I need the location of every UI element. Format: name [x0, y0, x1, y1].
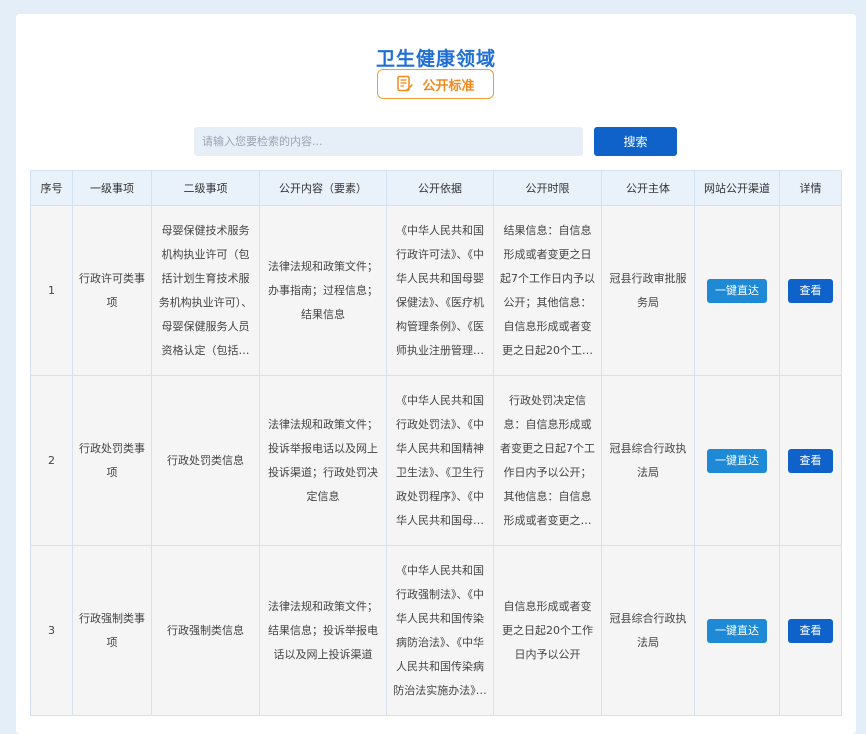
cell-level2-text: 母婴保健技术服务机构执业许可（包括计划生育技术服务机构执业许可）、母婴保健服务人… — [158, 223, 253, 357]
header-index: 序号 — [30, 170, 73, 206]
cell-time-limit-text: 行政处罚决定信息：自信息形成或者变更之日起7个工作日内予以公开；其他信息：自信息… — [500, 393, 595, 527]
search-input[interactable] — [194, 127, 583, 156]
cell-index: 1 — [30, 205, 73, 376]
cell-level2: 母婴保健技术服务机构执业许可（包括计划生育技术服务机构执业许可）、母婴保健服务人… — [151, 205, 260, 376]
search-button[interactable]: 搜索 — [594, 127, 677, 156]
cell-level2: 行政强制类信息 — [151, 545, 260, 716]
header-level1: 一级事项 — [72, 170, 152, 206]
cell-detail: 查看 — [779, 205, 842, 376]
cell-channel: 一键直达 — [694, 375, 780, 546]
cell-time-limit: 结果信息：自信息形成或者变更之日起7个工作日内予以公开；其他信息：自信息形成或者… — [493, 205, 602, 376]
cell-content-text: 法律法规和政策文件；结果信息；投诉举报电话以及网上投诉渠道 — [268, 599, 378, 661]
content-panel: 卫生健康领域 公开标准 搜索 序号 一级事项 二级事项 公开内容（要素） — [16, 14, 856, 734]
view-detail-button[interactable]: 查看 — [788, 278, 833, 303]
cell-index: 3 — [30, 545, 73, 716]
direct-access-button[interactable]: 一键直达 — [707, 278, 767, 303]
cell-level1-text: 行政许可类事项 — [79, 271, 145, 309]
table-row: 3 行政强制类事项 行政强制类信息 法律法规和政策文件；结果信息；投诉举报电话以… — [30, 545, 842, 716]
cell-level1: 行政强制类事项 — [72, 545, 152, 716]
header-subject: 公开主体 — [601, 170, 695, 206]
public-standard-label: 公开标准 — [422, 78, 475, 94]
cell-subject: 冠县综合行政执法局 — [601, 545, 695, 716]
cell-subject: 冠县综合行政执法局 — [601, 375, 695, 546]
cell-level1-text: 行政强制类事项 — [79, 611, 145, 649]
disclosure-table: 序号 一级事项 二级事项 公开内容（要素） 公开依据 公开时限 公开主体 网站公… — [30, 170, 842, 716]
cell-level1: 行政处罚类事项 — [72, 375, 152, 546]
cell-index: 2 — [30, 375, 73, 546]
cell-detail: 查看 — [779, 545, 842, 716]
view-detail-button[interactable]: 查看 — [788, 618, 833, 643]
header-level2: 二级事项 — [151, 170, 260, 206]
cell-content-text: 法律法规和政策文件；办事指南；过程信息；结果信息 — [268, 259, 378, 321]
cell-basis: 《中华人民共和国行政许可法》、《中华人民共和国母婴保健法》、《医疗机构管理条例》… — [386, 205, 494, 376]
public-standard-button[interactable]: 公开标准 — [377, 69, 494, 99]
cell-time-limit-text: 结果信息：自信息形成或者变更之日起7个工作日内予以公开；其他信息：自信息形成或者… — [500, 223, 595, 357]
cell-subject-text: 冠县综合行政执法局 — [609, 611, 687, 649]
cell-level2-text: 行政强制类信息 — [167, 623, 244, 637]
table-header-row: 序号 一级事项 二级事项 公开内容（要素） 公开依据 公开时限 公开主体 网站公… — [30, 170, 842, 206]
table-row: 2 行政处罚类事项 行政处罚类信息 法律法规和政策文件；投诉举报电话以及网上投诉… — [30, 375, 842, 546]
direct-access-button[interactable]: 一键直达 — [707, 448, 767, 473]
header-time-limit: 公开时限 — [493, 170, 602, 206]
cell-content: 法律法规和政策文件；结果信息；投诉举报电话以及网上投诉渠道 — [259, 545, 387, 716]
page-title: 卫生健康领域 — [375, 48, 496, 70]
cell-time-limit: 行政处罚决定信息：自信息形成或者变更之日起7个工作日内予以公开；其他信息：自信息… — [493, 375, 602, 546]
cell-detail: 查看 — [779, 375, 842, 546]
cell-level1-text: 行政处罚类事项 — [79, 441, 145, 479]
header-channel: 网站公开渠道 — [694, 170, 780, 206]
cell-subject-text: 冠县行政审批服务局 — [609, 271, 687, 309]
cell-subject-text: 冠县综合行政执法局 — [609, 441, 687, 479]
header-content: 公开内容（要素） — [259, 170, 387, 206]
cell-level2: 行政处罚类信息 — [151, 375, 260, 546]
header-basis: 公开依据 — [386, 170, 494, 206]
cell-channel: 一键直达 — [694, 545, 780, 716]
cell-time-limit-text: 自信息形成或者变更之日起20个工作日内予以公开 — [502, 599, 593, 661]
cell-channel: 一键直达 — [694, 205, 780, 376]
cell-basis-text: 《中华人民共和国行政许可法》、《中华人民共和国母婴保健法》、《医疗机构管理条例》… — [396, 223, 484, 357]
cell-level2-text: 行政处罚类信息 — [167, 453, 244, 467]
cell-basis: 《中华人民共和国行政处罚法》、《中华人民共和国精神卫生法》、《卫生行政处罚程序》… — [386, 375, 494, 546]
cell-subject: 冠县行政审批服务局 — [601, 205, 695, 376]
cell-content: 法律法规和政策文件；办事指南；过程信息；结果信息 — [259, 205, 387, 376]
cell-basis-text: 《中华人民共和国行政强制法》、《中华人民共和国传染病防治法》、《中华人民共和国传… — [393, 563, 487, 697]
direct-access-button[interactable]: 一键直达 — [707, 618, 767, 643]
cell-basis: 《中华人民共和国行政强制法》、《中华人民共和国传染病防治法》、《中华人民共和国传… — [386, 545, 494, 716]
header-detail: 详情 — [779, 170, 842, 206]
cell-content: 法律法规和政策文件；投诉举报电话以及网上投诉渠道；行政处罚决定信息 — [259, 375, 387, 546]
cell-time-limit: 自信息形成或者变更之日起20个工作日内予以公开 — [493, 545, 602, 716]
table-row: 1 行政许可类事项 母婴保健技术服务机构执业许可（包括计划生育技术服务机构执业许… — [30, 205, 842, 376]
view-detail-button[interactable]: 查看 — [788, 448, 833, 473]
cell-basis-text: 《中华人民共和国行政处罚法》、《中华人民共和国精神卫生法》、《卫生行政处罚程序》… — [396, 393, 484, 527]
cell-content-text: 法律法规和政策文件；投诉举报电话以及网上投诉渠道；行政处罚决定信息 — [268, 417, 378, 503]
document-edit-icon — [396, 75, 414, 93]
cell-level1: 行政许可类事项 — [72, 205, 152, 376]
